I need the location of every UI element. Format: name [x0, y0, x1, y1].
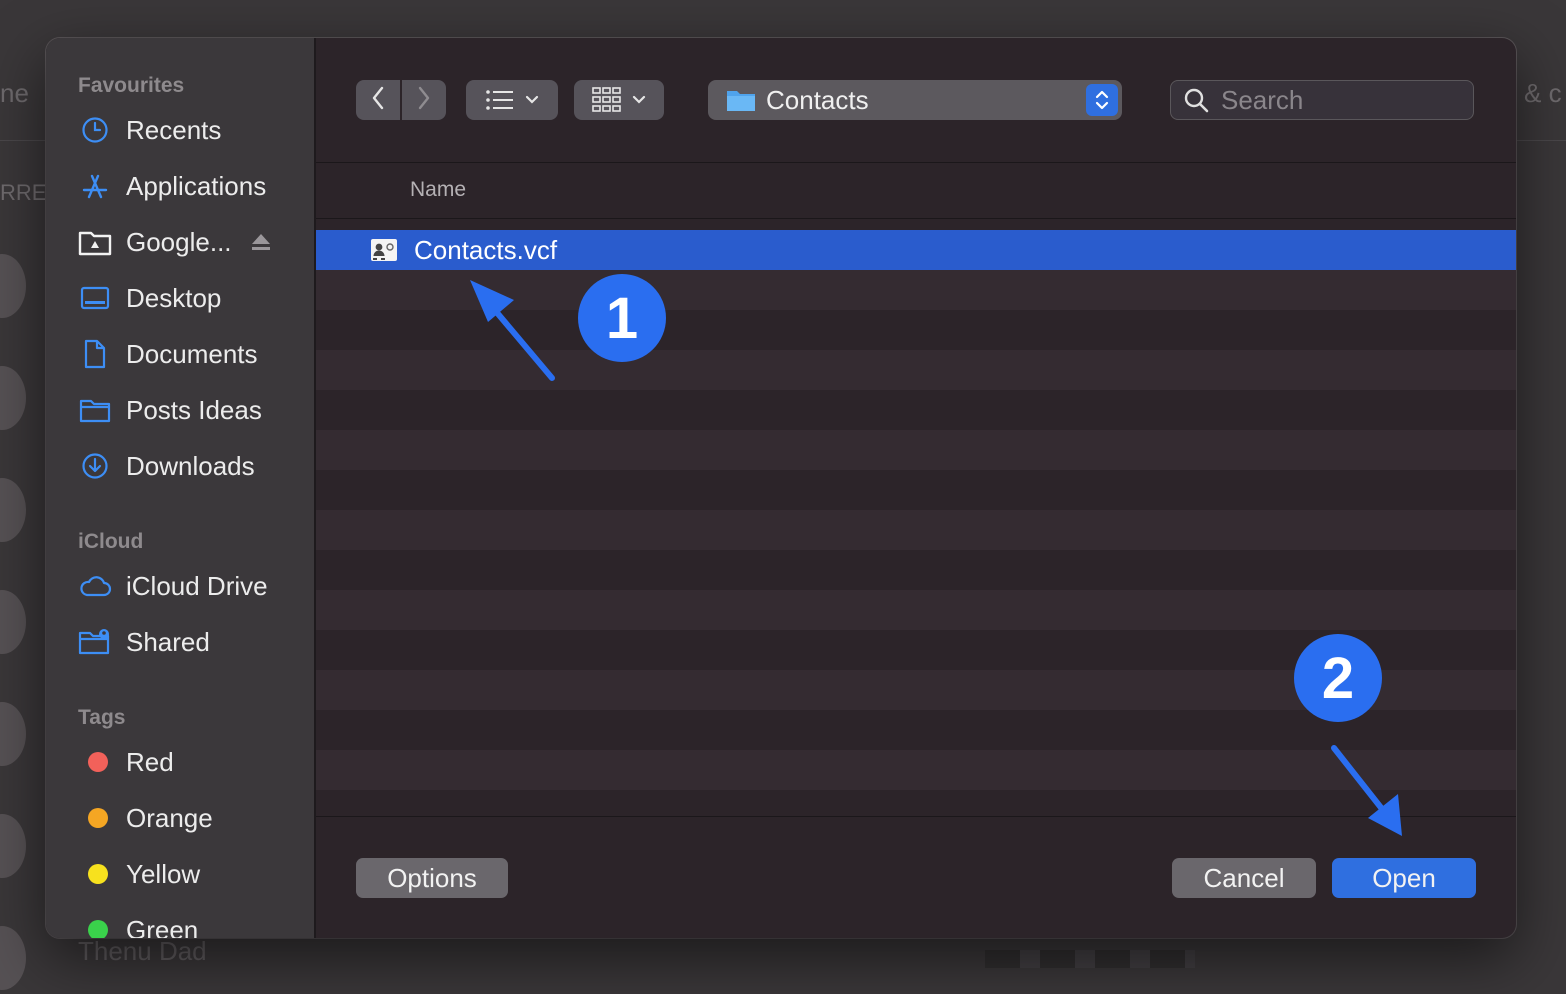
sidebar-item-label: Documents — [126, 338, 258, 369]
folder-icon — [78, 393, 112, 427]
options-button[interactable]: Options — [356, 858, 508, 898]
sidebar-item-posts-ideas[interactable]: Posts Ideas — [78, 388, 262, 432]
clock-icon — [78, 113, 112, 147]
empty-row — [316, 590, 1516, 630]
avatar — [0, 926, 26, 990]
background-text: RREI — [0, 180, 53, 205]
empty-row — [316, 550, 1516, 590]
annotation-step-1-badge: 1 — [578, 274, 666, 362]
sidebar-item-label: Applications — [126, 170, 267, 201]
sidebar: Favourites Recents Applications Google..… — [46, 38, 316, 938]
grid-view-icon — [592, 87, 622, 113]
sidebar-item-label: Yellow — [126, 858, 201, 889]
eject-icon[interactable] — [250, 232, 272, 252]
annotation-arrow-1 — [470, 280, 555, 381]
google-drive-folder-icon — [78, 225, 112, 259]
list-view-button[interactable] — [466, 80, 558, 120]
empty-row — [316, 470, 1516, 510]
applications-icon — [78, 169, 112, 203]
annotation-arrow-2 — [1331, 745, 1402, 836]
open-file-dialog: Favourites Recents Applications Google..… — [46, 38, 1516, 938]
divider — [316, 218, 1516, 219]
sidebar-item-shared[interactable]: Shared — [78, 620, 210, 664]
background-contact-phone-redacted — [985, 950, 1195, 968]
up-down-stepper-icon — [1086, 84, 1118, 116]
sidebar-item-label: Red — [126, 746, 174, 777]
sidebar-item-label: Downloads — [126, 450, 255, 481]
group-view-button[interactable] — [574, 80, 664, 120]
back-button[interactable] — [356, 80, 400, 120]
section-heading-icloud: iCloud — [78, 530, 144, 553]
sidebar-item-documents[interactable]: Documents — [78, 332, 258, 376]
avatar — [0, 366, 26, 430]
chevron-down-icon — [632, 95, 646, 105]
document-icon — [78, 337, 112, 371]
chevron-down-icon — [525, 95, 539, 105]
section-heading-tags: Tags — [78, 706, 126, 729]
shared-folder-icon — [78, 625, 112, 659]
column-header-name[interactable]: Name — [410, 178, 466, 202]
tag-color-dot — [88, 920, 108, 938]
avatar — [0, 590, 26, 654]
empty-row — [316, 510, 1516, 550]
avatar — [0, 702, 26, 766]
search-field[interactable] — [1170, 80, 1474, 120]
annotation-step-2-badge: 2 — [1294, 634, 1382, 722]
sidebar-item-applications[interactable]: Applications — [78, 164, 266, 208]
sidebar-item-label: Orange — [126, 802, 213, 833]
tag-color-dot — [88, 808, 108, 828]
avatar — [0, 254, 26, 318]
sidebar-item-icloud-drive[interactable]: iCloud Drive — [78, 564, 268, 608]
open-button[interactable]: Open — [1332, 858, 1476, 898]
sidebar-item-tag-red[interactable]: Red — [78, 740, 174, 784]
sidebar-item-tag-yellow[interactable]: Yellow — [78, 852, 200, 896]
sidebar-item-google-drive[interactable]: Google... — [78, 220, 272, 264]
cancel-button[interactable]: Cancel — [1172, 858, 1316, 898]
desktop-icon — [78, 281, 112, 315]
tag-color-dot — [88, 752, 108, 772]
location-popup[interactable]: Contacts — [708, 80, 1122, 120]
location-label: Contacts — [766, 84, 869, 115]
avatar — [0, 478, 26, 542]
sidebar-item-tag-orange[interactable]: Orange — [78, 796, 213, 840]
sidebar-item-label: Desktop — [126, 282, 222, 313]
chevron-left-icon — [371, 86, 385, 115]
chevron-right-icon — [417, 86, 431, 115]
tag-color-dot — [88, 864, 108, 884]
background-text: & c — [1524, 78, 1562, 108]
sidebar-item-desktop[interactable]: Desktop — [78, 276, 221, 320]
search-input[interactable] — [1219, 83, 1463, 117]
downloads-icon — [78, 449, 112, 483]
divider — [316, 162, 1516, 163]
forward-button[interactable] — [402, 80, 446, 120]
sidebar-item-label: Posts Ideas — [126, 394, 262, 425]
avatar — [0, 814, 26, 878]
sidebar-item-recents[interactable]: Recents — [78, 108, 221, 152]
sidebar-item-label: Google... — [126, 226, 232, 257]
list-view-icon — [485, 89, 515, 111]
sidebar-item-label: Recents — [126, 114, 222, 145]
background-text: ne — [0, 78, 29, 108]
sidebar-item-label: Green — [126, 914, 199, 939]
sidebar-item-label: Shared — [126, 626, 210, 657]
cloud-icon — [78, 569, 112, 603]
search-icon — [1183, 87, 1209, 113]
empty-row — [316, 430, 1516, 470]
section-heading-favourites: Favourites — [78, 74, 185, 97]
background-contact-name: Thenu Dad — [78, 936, 207, 966]
sidebar-item-tag-green[interactable]: Green — [78, 908, 198, 938]
folder-icon — [726, 88, 756, 112]
sidebar-item-label: iCloud Drive — [126, 570, 268, 601]
vcard-file-icon — [370, 238, 398, 262]
sidebar-item-downloads[interactable]: Downloads — [78, 444, 255, 488]
